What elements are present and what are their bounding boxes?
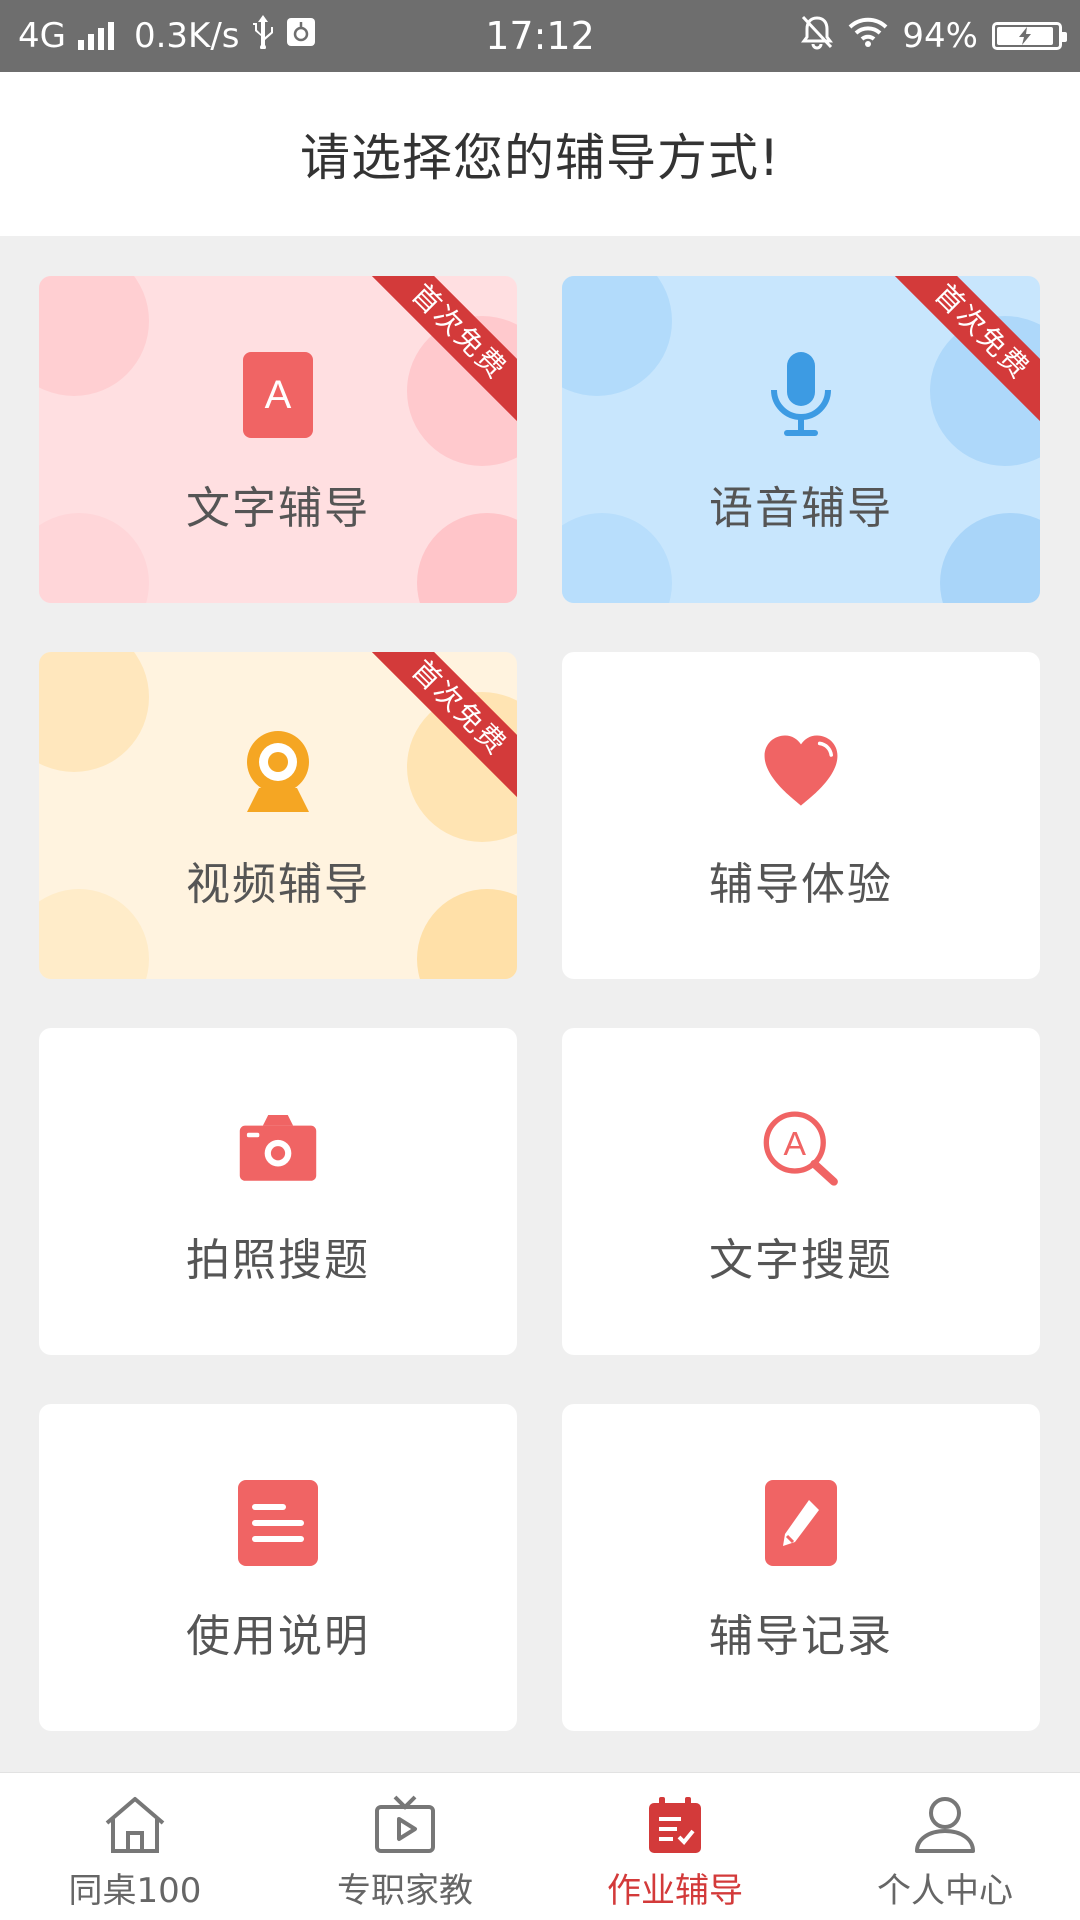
- decor-circle: [39, 276, 149, 396]
- card-voice-tutoring[interactable]: 首次免费 语音辅导: [562, 276, 1040, 603]
- camera-icon: [238, 1104, 318, 1190]
- card-video-tutoring[interactable]: 首次免费 视频辅导: [39, 652, 517, 979]
- card-label: 辅导记录: [709, 1611, 893, 1662]
- status-right: 94%: [800, 0, 1067, 72]
- nav-item-tutors[interactable]: 专职家教: [270, 1773, 540, 1920]
- decor-circle: [562, 276, 672, 396]
- card-label: 文字辅导: [186, 483, 370, 534]
- webcam-icon: [238, 728, 318, 814]
- card-photo-search[interactable]: 拍照搜题: [39, 1028, 517, 1355]
- page-header: 请选择您的辅导方式!: [0, 72, 1080, 236]
- nav-label: 作业辅导: [607, 1871, 743, 1911]
- card-label: 使用说明: [186, 1611, 370, 1662]
- person-icon: [913, 1793, 977, 1857]
- decor-circle: [39, 652, 149, 772]
- nav-item-home[interactable]: 同桌100: [0, 1773, 270, 1920]
- nav-label: 专职家教: [337, 1871, 473, 1911]
- letter-a-icon: A: [238, 352, 318, 438]
- nav-label: 同桌100: [68, 1871, 202, 1911]
- card-label: 文字搜题: [709, 1235, 893, 1286]
- nav-label: 个人中心: [877, 1871, 1013, 1911]
- card-label: 拍照搜题: [186, 1235, 370, 1286]
- svg-text:A: A: [265, 373, 292, 417]
- document-icon: [238, 1480, 318, 1566]
- bell-off-icon: [800, 14, 834, 59]
- battery-percent: 94%: [902, 16, 978, 56]
- homework-calendar-icon: [643, 1793, 707, 1857]
- bottom-nav: 同桌100 专职家教 作业辅导 个人中心: [0, 1772, 1080, 1920]
- edit-icon: [761, 1480, 841, 1566]
- heart-icon: [761, 728, 841, 814]
- status-bar: 4G 0.3K/s 17:12 94%: [0, 0, 1080, 72]
- svg-text:A: A: [784, 1125, 807, 1163]
- home-icon: [103, 1793, 167, 1857]
- page-title: 请选择您的辅导方式!: [299, 129, 781, 187]
- nav-item-homework[interactable]: 作业辅导: [540, 1773, 810, 1920]
- battery-fill: [997, 27, 1054, 45]
- card-text-search[interactable]: A 文字搜题: [562, 1028, 1040, 1355]
- card-instructions[interactable]: 使用说明: [39, 1404, 517, 1731]
- search-letter-icon: A: [761, 1104, 841, 1190]
- card-label: 语音辅导: [709, 483, 893, 534]
- card-text-tutoring[interactable]: 首次免费 A 文字辅导: [39, 276, 517, 603]
- wifi-icon: [848, 16, 888, 57]
- tv-play-icon: [373, 1793, 437, 1857]
- card-tutoring-trial[interactable]: 辅导体验: [562, 652, 1040, 979]
- battery-icon: [992, 22, 1067, 50]
- card-label: 辅导体验: [709, 859, 893, 910]
- card-tutoring-records[interactable]: 辅导记录: [562, 1404, 1040, 1731]
- microphone-icon: [761, 352, 841, 438]
- card-label: 视频辅导: [186, 859, 370, 910]
- nav-item-profile[interactable]: 个人中心: [810, 1773, 1080, 1920]
